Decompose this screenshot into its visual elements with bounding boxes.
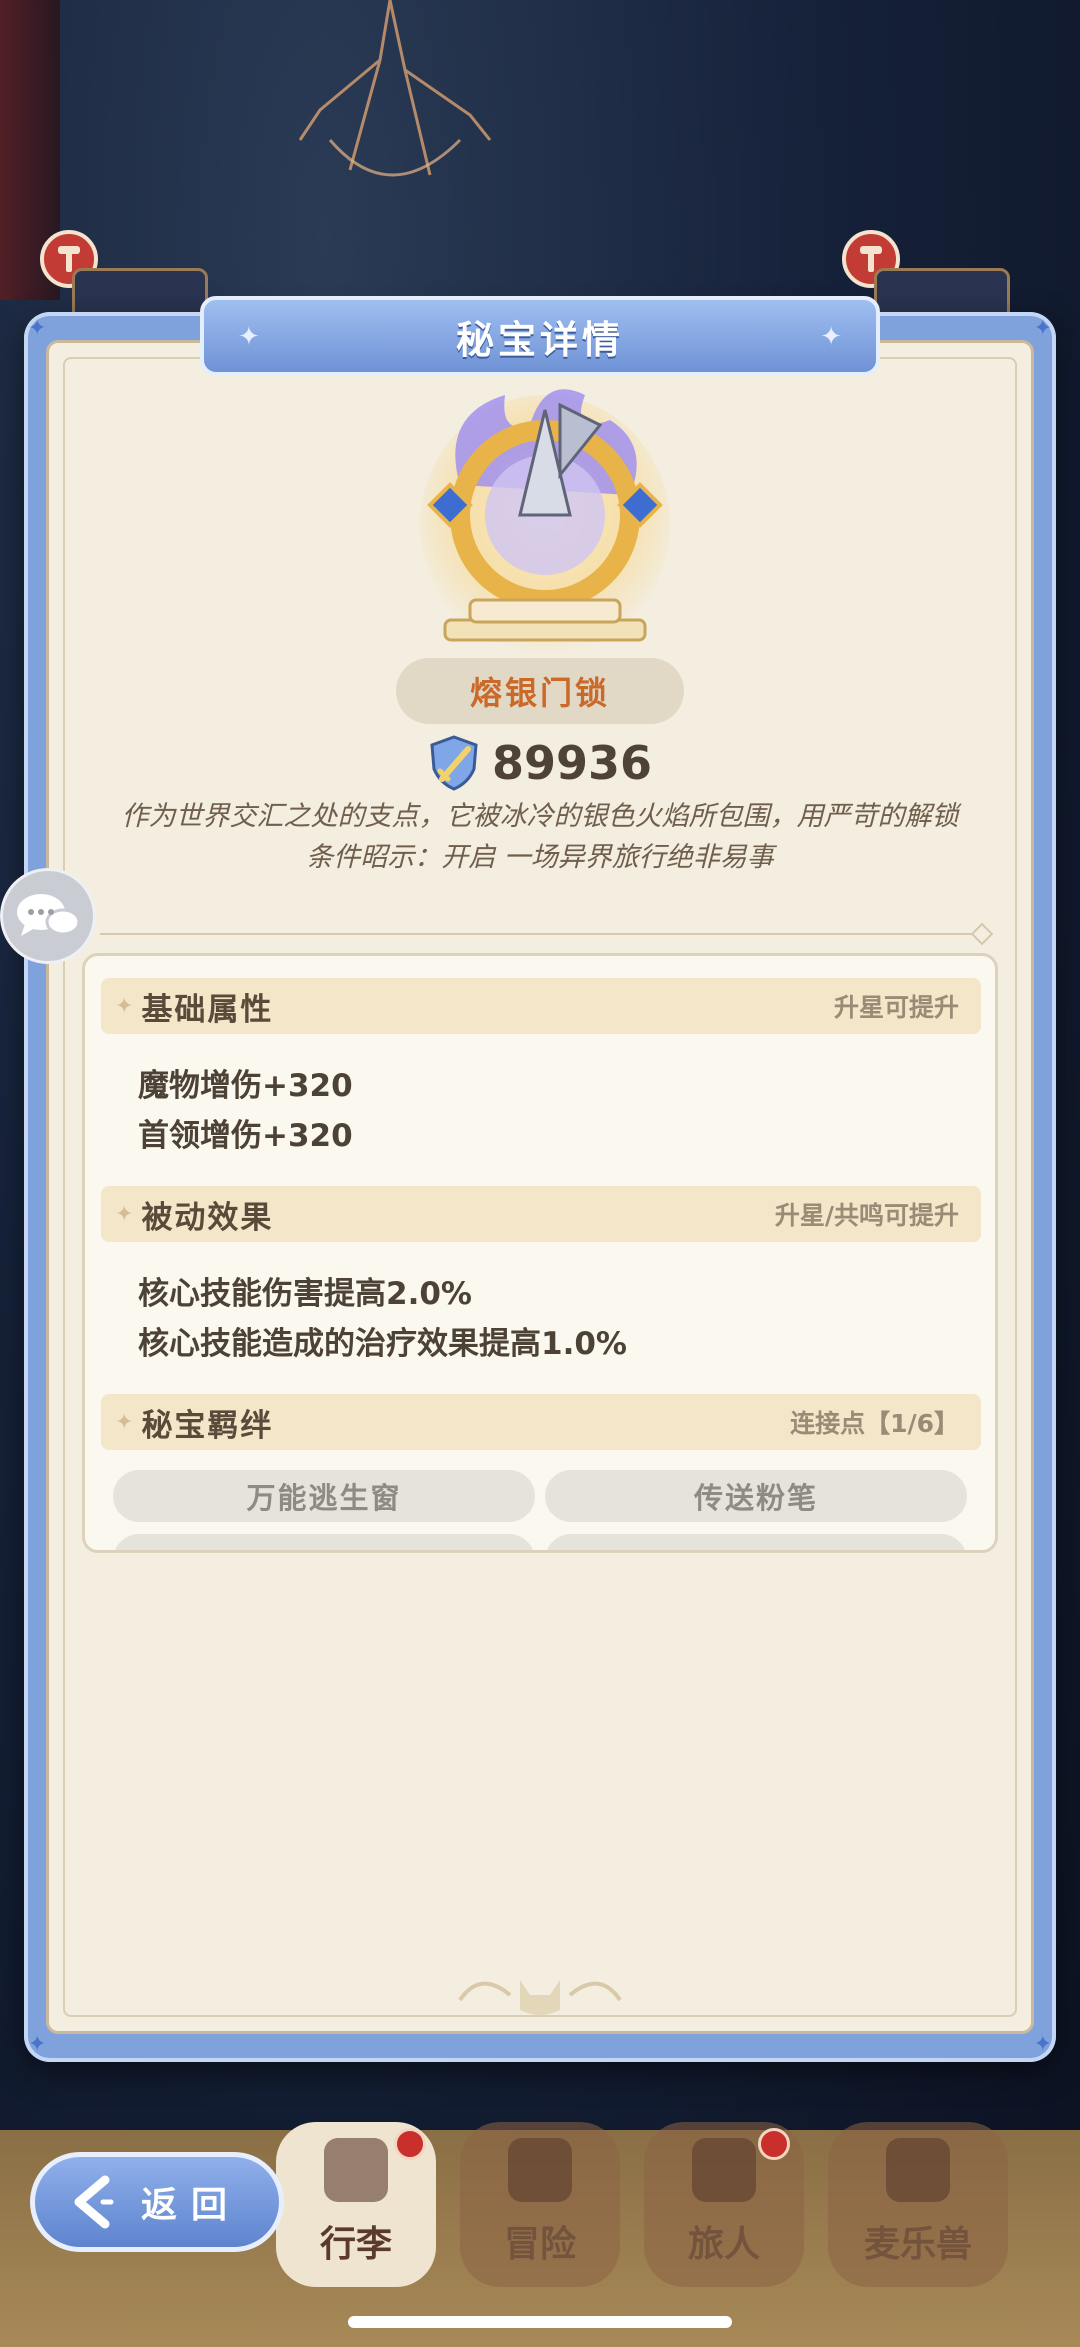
section-header-passive-effects: ✦ 被动效果 升星/共鸣可提升	[101, 1186, 981, 1242]
chat-button[interactable]	[0, 868, 96, 964]
attribute-panel[interactable]: ✦ 基础属性 升星可提升 魔物增伤+320 首领增伤+320 ✦ 被动效果 升星…	[82, 953, 998, 1553]
dialog-title-banner: ✦ 秘宝详情 ✦	[200, 296, 880, 376]
section-note: 连接点【1/6】	[790, 1409, 959, 1438]
section-header-treasure-bond: ✦ 秘宝羁绊 连接点【1/6】	[101, 1394, 981, 1450]
section-note: 升星可提升	[833, 993, 959, 1022]
traveler-avatar-icon	[692, 2138, 756, 2202]
bond-chip-partial[interactable]	[545, 1534, 967, 1550]
tab-label: 麦乐兽	[863, 2224, 972, 2265]
chest-icon	[324, 2138, 388, 2202]
tab-label: 行李	[319, 2224, 392, 2265]
notification-badge	[758, 2128, 790, 2160]
molten-silver-lock-icon	[420, 389, 670, 655]
item-name: 熔银门锁	[469, 674, 610, 712]
section-note: 升星/共鸣可提升	[774, 1201, 959, 1230]
corner-star-icon: ✦	[1033, 316, 1052, 341]
divider	[100, 933, 980, 935]
bond-chip-partial[interactable]	[113, 1534, 535, 1550]
corner-star-icon: ✦	[28, 316, 47, 341]
sparkle-icon: ✦	[115, 1201, 134, 1227]
stat-line: 核心技能造成的治疗效果提高1.0%	[138, 1326, 627, 1362]
section-title: 基础属性	[141, 991, 274, 1028]
tab-label: 旅人	[687, 2224, 760, 2265]
cat-ornament-icon	[458, 1980, 622, 2015]
tab-label: 冒险	[503, 2224, 576, 2265]
sparkle-icon: ✦	[115, 993, 134, 1019]
home-indicator[interactable]	[348, 2316, 732, 2328]
item-name-pill: 熔银门锁	[396, 658, 684, 724]
back-label: 返回	[141, 2185, 242, 2226]
sparkle-icon: ✦	[238, 322, 260, 352]
background-creature	[298, 0, 492, 177]
tab-adventure[interactable]: 冒险	[460, 2122, 620, 2287]
shield-sword-icon	[430, 735, 478, 791]
power-row: 89936	[428, 730, 652, 796]
back-arrow-icon	[74, 2175, 114, 2229]
corner-star-icon: ✦	[1033, 2032, 1052, 2057]
dialog-title: 秘宝详情	[455, 317, 624, 362]
notification-badge	[394, 2128, 426, 2160]
sparkle-icon: ✦	[820, 322, 842, 352]
item-description: 作为世界交汇之处的支点，它被冰冷的银色火焰所包围，用严苛的解锁条件昭示：开启 一…	[121, 801, 959, 873]
sparkle-icon: ✦	[115, 1409, 134, 1435]
section-title: 秘宝羁绊	[141, 1407, 274, 1444]
corner-star-icon: ✦	[28, 2032, 47, 2057]
section-header-base-attributes: ✦ 基础属性 升星可提升	[101, 978, 981, 1034]
bond-chip[interactable]: 传送粉笔	[545, 1470, 967, 1522]
tab-mailebeast[interactable]: 麦乐兽	[828, 2122, 1008, 2287]
stat-line: 核心技能伤害提高2.0%	[138, 1276, 472, 1312]
section-title: 被动效果	[141, 1199, 274, 1236]
power-value: 89936	[492, 736, 653, 790]
tab-luggage[interactable]: 行李	[276, 2122, 436, 2287]
crossed-swords-icon	[508, 2138, 572, 2202]
stat-line: 魔物增伤+320	[138, 1068, 353, 1104]
bond-chip[interactable]: 万能逃生窗	[113, 1470, 535, 1522]
back-button[interactable]: 返回	[30, 2152, 284, 2252]
stat-line: 首领增伤+320	[138, 1118, 353, 1154]
tab-travelers[interactable]: 旅人	[644, 2122, 804, 2287]
chat-bubbles-icon	[17, 894, 81, 936]
fox-pet-icon	[886, 2138, 950, 2202]
